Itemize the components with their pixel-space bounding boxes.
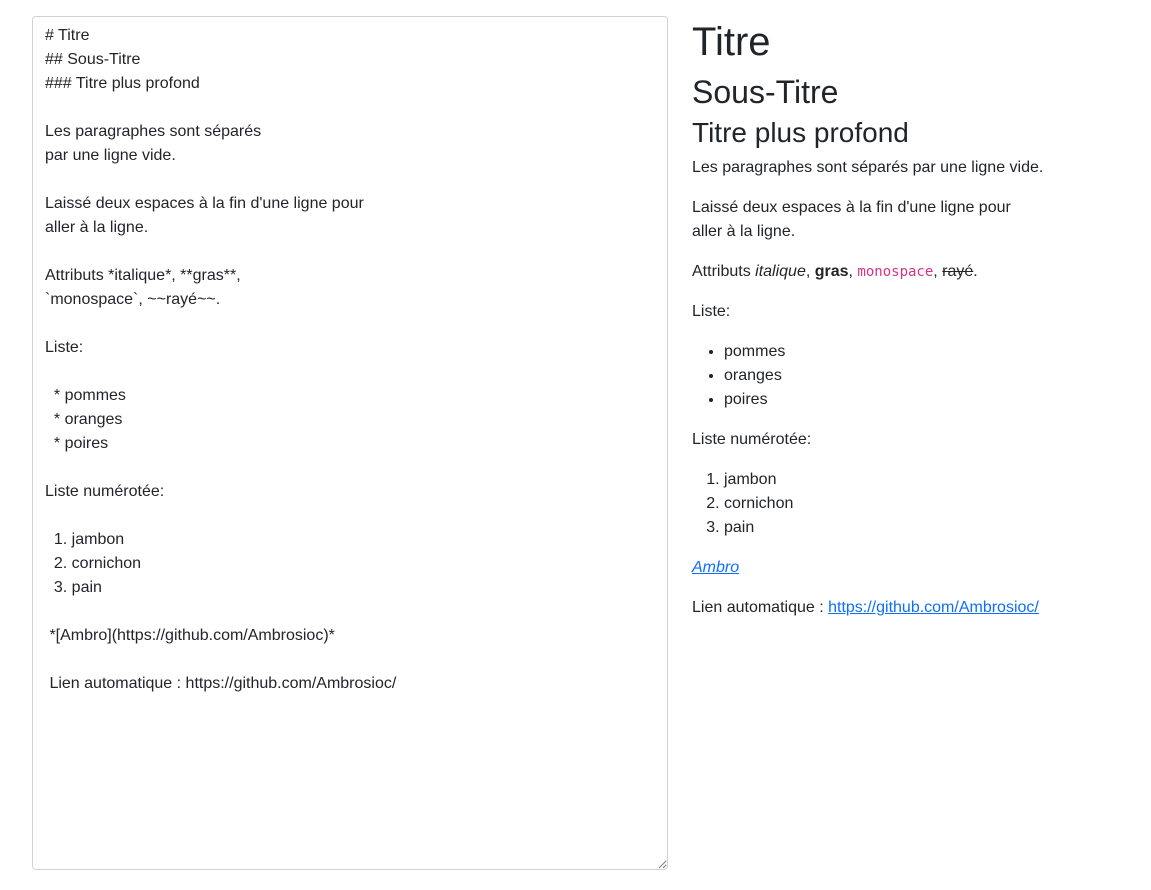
ambro-link[interactable]: Ambro [692, 559, 739, 576]
list-item: pain [724, 516, 1132, 540]
numbered-list-label: Liste numérotée: [692, 431, 812, 448]
preview-heading-2: Sous-Titre [692, 74, 839, 110]
resize-grip-icon[interactable] [658, 860, 667, 869]
separator: , [933, 263, 943, 280]
markdown-editor[interactable] [32, 16, 668, 870]
separator: , [805, 263, 815, 280]
italic-text: italique [755, 263, 806, 280]
preview-heading-1: Titre [692, 20, 771, 64]
preview-autolink-paragraph: Lien automatique : https://github.com/Am… [692, 596, 1132, 620]
list-item: oranges [724, 364, 1132, 388]
list-item: cornichon [724, 492, 1132, 516]
numbered-list: jambon cornichon pain [692, 468, 1132, 540]
github-autolink[interactable]: https://github.com/Ambrosioc/ [828, 599, 1039, 616]
list-item: jambon [724, 468, 1132, 492]
list-label: Liste: [692, 303, 731, 320]
preview-link-paragraph: Ambro [692, 556, 1132, 580]
list-item: poires [724, 388, 1132, 412]
monospace-text: monospace [857, 264, 934, 280]
paragraph-line: aller à la ligne. [692, 223, 796, 240]
bold-text: gras [814, 263, 849, 280]
preview-paragraph: Les paragraphes sont séparés par une lig… [692, 159, 1044, 176]
bullet-list: pommes oranges poires [692, 340, 1132, 412]
attributes-prefix: Attributs [692, 263, 756, 280]
attributes-suffix: . [973, 263, 978, 280]
list-item: pommes [724, 340, 1132, 364]
strikethrough-text: rayé [942, 263, 974, 280]
preview-heading-3: Titre plus profond [692, 117, 909, 148]
paragraph-line: Laissé deux espaces à la fin d'une ligne… [692, 199, 1011, 216]
markdown-preview: Titre Sous-Titre Titre plus profond Les … [692, 16, 1132, 636]
preview-attributes: Attributs italique, gras, monospace, ray… [692, 260, 1132, 284]
preview-paragraph-linebreak: Laissé deux espaces à la fin d'une ligne… [692, 196, 1132, 244]
autolink-label: Lien automatique : [692, 599, 829, 616]
